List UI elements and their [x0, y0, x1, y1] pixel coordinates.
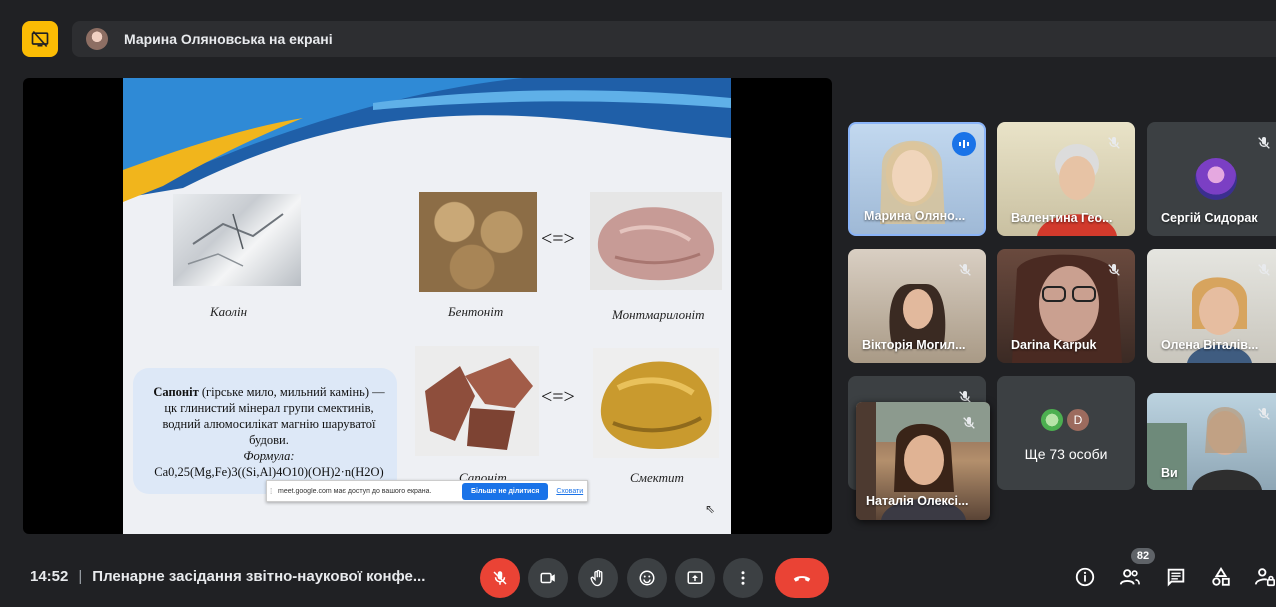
participant-avatar: [1040, 408, 1064, 432]
mouse-cursor-icon: ⇖: [705, 502, 716, 516]
smectite-label: Смектит: [630, 470, 684, 485]
screen-share-stage[interactable]: Каолін <=> Бентоніт Монтмарилоніт Сапоні…: [23, 78, 832, 534]
meeting-title: Пленарне засідання звітно-наукової конфе…: [92, 568, 426, 585]
mic-off-icon: [956, 410, 982, 436]
presenter-avatar: [86, 28, 108, 50]
camera-icon: [540, 572, 555, 584]
participant-avatar: [1195, 158, 1237, 200]
equivalence-arrow-bottom: <=>: [541, 386, 575, 408]
present-screen-button[interactable]: [675, 558, 715, 598]
emoji-icon: [639, 570, 655, 586]
presentation-bar: Марина Оляновська на екрані: [0, 0, 1276, 64]
mic-off-icon: [1101, 130, 1127, 156]
stop-sharing-button[interactable]: Більше не ділитися: [462, 482, 549, 500]
participant-avatar: D: [1066, 408, 1090, 432]
unpin-presentation-button[interactable]: [22, 21, 58, 57]
montmorillonite-photo: [590, 192, 722, 290]
participant-tile[interactable]: Darina Karpuk: [997, 249, 1135, 363]
microphone-toggle-button[interactable]: [480, 558, 520, 598]
meeting-time: 14:52: [30, 568, 69, 585]
more-participants-tile[interactable]: D Ще 73 особи: [997, 376, 1135, 490]
mic-off-icon: [1251, 257, 1276, 283]
participant-tile[interactable]: Валентина Гео...: [997, 122, 1135, 236]
saponite-description: Сапоніт (гірське мило, мильний камінь) —…: [149, 384, 389, 480]
participant-name: Сергій Сидорак: [1161, 211, 1258, 225]
chat-icon: [1167, 568, 1185, 587]
leave-call-button[interactable]: [775, 558, 829, 598]
kaolin-label: Каолін: [210, 304, 248, 319]
mic-off-icon: [1251, 130, 1276, 156]
montmorillonite-label: Монтмарилоніт: [612, 307, 705, 322]
presentation-slide: Каолін <=> Бентоніт Монтмарилоніт Сапоні…: [123, 78, 731, 534]
kaolin-photo: [173, 194, 301, 286]
participant-name: Вікторія Могил...: [862, 338, 966, 352]
meeting-info: 14:52 | Пленарне засідання звітно-науков…: [30, 568, 425, 585]
more-vert-icon: [741, 571, 745, 585]
reactions-button[interactable]: [627, 558, 667, 598]
mic-off-icon: [493, 571, 507, 585]
presenter-chip: Марина Оляновська на екрані: [72, 21, 1276, 57]
participant-tile[interactable]: Олена Віталів...: [1147, 249, 1276, 363]
share-notice-message: meet.google.com має доступ до вашого екр…: [278, 487, 432, 495]
shapes-icon: [1212, 567, 1230, 586]
people-button[interactable]: [1117, 564, 1143, 590]
participant-tile[interactable]: Ви: [1147, 393, 1276, 490]
people-count-badge: 82: [1131, 548, 1155, 564]
info-icon: [1075, 567, 1095, 587]
participant-name: Darina Karpuk: [1011, 338, 1097, 352]
saponite-photo: [415, 346, 539, 456]
formula-text: Ca0,25(Mg,Fe)3((Si,Al)4O10)(OH)2·n(H2O): [154, 465, 384, 479]
camera-toggle-button[interactable]: [528, 558, 568, 598]
participant-name: Валентина Гео...: [1011, 211, 1113, 225]
smectite-photo: [593, 348, 719, 458]
info-separator: |: [78, 568, 83, 585]
screen-share-notice: ⁞ meet.google.com має доступ до вашого е…: [266, 480, 588, 502]
participant-tile[interactable]: Сергій Сидорак: [1147, 122, 1276, 236]
end-call-icon: [793, 576, 811, 582]
raise-hand-button[interactable]: [578, 558, 618, 598]
participant-name: Марина Оляно...: [864, 209, 966, 223]
hide-notice-link[interactable]: Сховати: [556, 488, 583, 495]
participant-tile[interactable]: Вікторія Могил...: [848, 249, 986, 363]
people-icon: [1119, 569, 1140, 585]
bentonite-photo: [419, 192, 537, 292]
formula-label: Формула:: [243, 449, 295, 463]
saponite-info-box: Сапоніт (гірське мило, мильний камінь) —…: [133, 368, 397, 494]
stop-presentation-icon: [31, 30, 49, 48]
mic-off-icon: [952, 257, 978, 283]
slide-header-decoration: [123, 78, 731, 202]
present-icon: [687, 571, 703, 584]
meeting-controls-bar: 14:52 | Пленарне засідання звітно-науков…: [0, 548, 1276, 607]
more-options-button[interactable]: [723, 558, 763, 598]
host-controls-button[interactable]: [1252, 564, 1276, 590]
chat-button[interactable]: [1163, 564, 1189, 590]
activities-button[interactable]: [1208, 564, 1234, 590]
presenter-label: Марина Оляновська на екрані: [124, 31, 333, 47]
participant-name: Наталія Олексі...: [866, 494, 969, 508]
mic-off-icon: [1251, 401, 1276, 427]
lock-person-icon: [1254, 568, 1275, 587]
mic-off-icon: [1101, 257, 1127, 283]
hand-icon: [590, 569, 603, 587]
saponite-title: Сапоніт: [153, 385, 199, 399]
more-participants-avatars: D: [1040, 408, 1090, 432]
speaking-indicator-icon: [952, 132, 976, 156]
avatar-letter: D: [1073, 413, 1083, 427]
participant-name: Ви: [1161, 466, 1178, 480]
drag-handle-icon[interactable]: ⁞: [270, 487, 278, 496]
participant-name: Олена Віталів...: [1161, 338, 1259, 352]
equivalence-arrow-top: <=>: [541, 228, 575, 250]
meeting-details-button[interactable]: [1072, 564, 1098, 590]
floating-participant-tile[interactable]: Наталія Олексі...: [856, 402, 990, 520]
bentonite-label: Бентоніт: [448, 304, 504, 319]
more-participants-label: Ще 73 особи: [1024, 446, 1108, 462]
participant-tile[interactable]: Марина Оляно...: [848, 122, 986, 236]
